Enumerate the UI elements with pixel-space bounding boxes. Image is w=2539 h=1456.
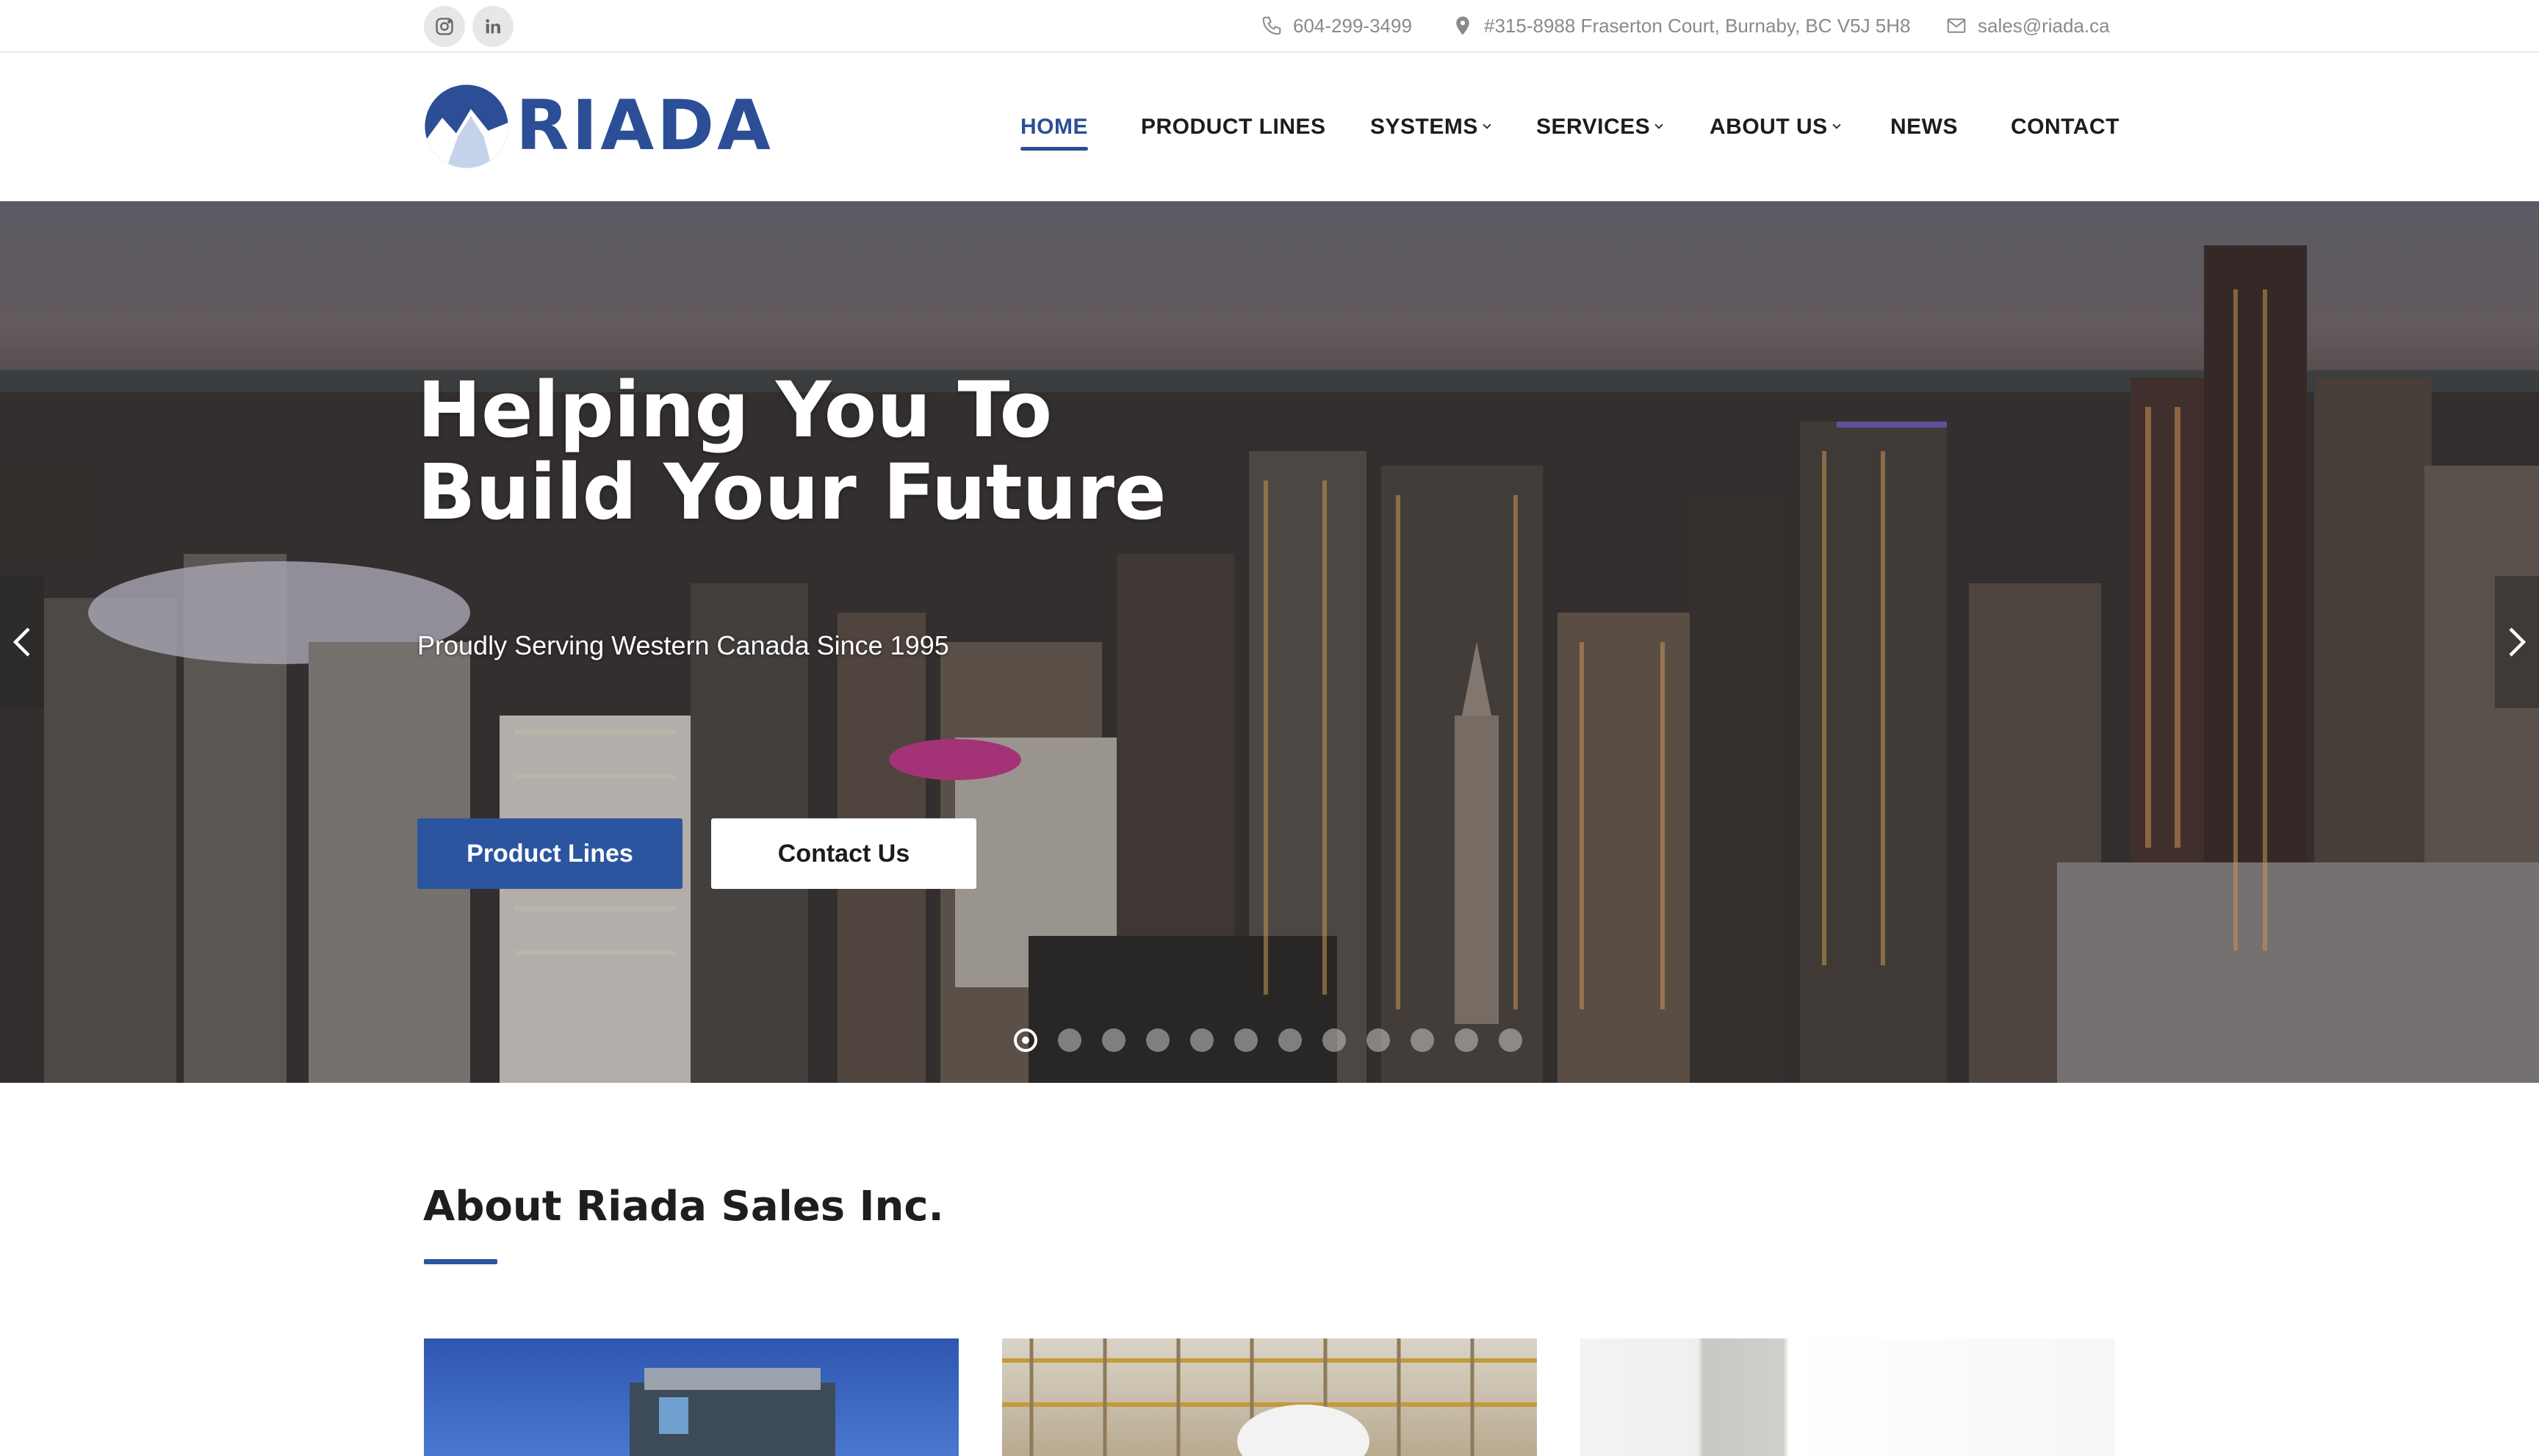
chevron-down-icon (1832, 120, 1841, 129)
top-info-bar: 604-299-3499 #315-8988 Fraserton Court, … (0, 0, 2539, 53)
nav-about-us-label: ABOUT US (1710, 115, 1828, 139)
nav-product-lines-label: PRODUCT LINES (1141, 115, 1326, 139)
email-address: sales@riada.ca (1978, 14, 2110, 37)
logo-wordmark: RIADA (516, 86, 774, 166)
address-info: #315-8988 Fraserton Court, Burnaby, BC V… (1452, 0, 1911, 51)
hero-title: Helping You To Build Your Future (417, 369, 1372, 533)
linkedin-link[interactable] (472, 6, 514, 47)
nav-services-label: SERVICES (1536, 115, 1651, 139)
about-card-image-1[interactable] (424, 1338, 959, 1456)
nav-systems[interactable]: SYSTEMS (1370, 53, 1491, 201)
title-accent-rule (424, 1259, 497, 1264)
about-section-title: About Riada Sales Inc. (423, 1183, 944, 1230)
nav-home[interactable]: HOME (1020, 53, 1088, 201)
nav-active-indicator (1020, 147, 1088, 151)
address-text: #315-8988 Fraserton Court, Burnaby, BC V… (1484, 14, 1911, 37)
slider-dot[interactable] (1322, 1028, 1346, 1052)
about-card-image-2[interactable] (1002, 1338, 1537, 1456)
hero-slider: Helping You To Build Your Future Proudly… (0, 201, 2539, 1083)
slider-pagination (1014, 1028, 1522, 1052)
hero-title-line-1: Helping You To (417, 365, 1053, 455)
linkedin-icon (486, 19, 500, 34)
contact-us-button[interactable]: Contact Us (711, 818, 976, 889)
equipment-photo (630, 1368, 835, 1456)
slider-dot[interactable] (1278, 1028, 1302, 1052)
instagram-link[interactable] (424, 6, 465, 47)
phone-info[interactable]: 604-299-3499 (1261, 0, 1412, 51)
product-lines-button[interactable]: Product Lines (417, 818, 683, 889)
slider-dot[interactable] (1455, 1028, 1478, 1052)
slider-dot[interactable] (1411, 1028, 1434, 1052)
nav-contact[interactable]: CONTACT (2011, 53, 2120, 201)
slider-dot[interactable] (1190, 1028, 1214, 1052)
hero-title-line-2: Build Your Future (417, 447, 1167, 537)
location-pin-icon (1456, 16, 1469, 35)
construction-photo (1002, 1338, 1537, 1456)
slider-dot[interactable] (1058, 1028, 1081, 1052)
phone-icon (1262, 16, 1281, 35)
nav-about-us[interactable]: ABOUT US (1710, 53, 1841, 201)
mountain-logo-icon (425, 84, 508, 168)
about-card-image-3[interactable] (1580, 1338, 2115, 1456)
chevron-left-icon (12, 627, 30, 657)
slider-dot[interactable] (1366, 1028, 1390, 1052)
mail-icon (1947, 18, 1966, 33)
nav-news[interactable]: NEWS (1890, 53, 1958, 201)
hero-subtitle: Proudly Serving Western Canada Since 199… (417, 630, 949, 660)
slider-dot[interactable] (1014, 1028, 1037, 1052)
email-info[interactable]: sales@riada.ca (1945, 0, 2110, 51)
nav-product-lines[interactable]: PRODUCT LINES (1141, 53, 1326, 201)
chevron-right-icon (2509, 627, 2527, 657)
site-header: RIADA HOME PRODUCT LINES SYSTEMS SERVICE… (0, 53, 2539, 201)
hero-dim-overlay (0, 201, 2539, 1083)
chevron-down-icon (1483, 120, 1491, 129)
slider-dot[interactable] (1234, 1028, 1258, 1052)
nav-contact-label: CONTACT (2011, 115, 2120, 139)
slider-prev-button[interactable] (0, 576, 44, 708)
nav-home-label: HOME (1020, 115, 1088, 139)
slider-next-button[interactable] (2495, 576, 2539, 708)
phone-number: 604-299-3499 (1293, 14, 1412, 37)
slider-dot[interactable] (1499, 1028, 1522, 1052)
nav-systems-label: SYSTEMS (1370, 115, 1478, 139)
chevron-down-icon (1654, 120, 1663, 129)
slider-dot[interactable] (1146, 1028, 1170, 1052)
instagram-icon (436, 18, 453, 35)
nav-services[interactable]: SERVICES (1536, 53, 1663, 201)
slider-dot[interactable] (1102, 1028, 1126, 1052)
site-logo[interactable]: RIADA (423, 82, 774, 170)
nav-news-label: NEWS (1890, 115, 1958, 139)
